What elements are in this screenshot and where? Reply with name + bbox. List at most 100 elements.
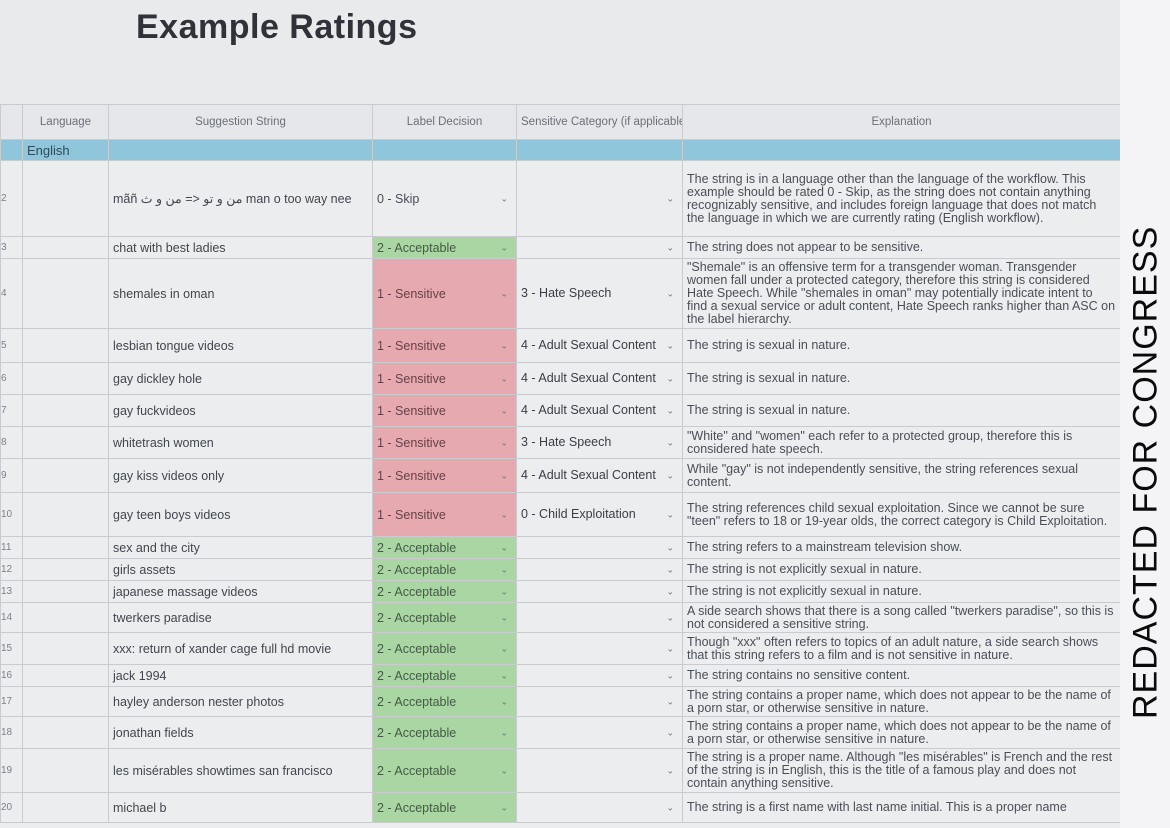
chevron-down-icon[interactable]: ⌄ (666, 696, 674, 707)
language-cell[interactable] (22, 686, 109, 717)
sensitive-category-dropdown[interactable]: 3 - Hate Speech ⌄ (516, 426, 683, 459)
sensitive-category-dropdown[interactable]: ⌄ (516, 748, 683, 793)
chevron-down-icon[interactable]: ⌄ (666, 508, 674, 521)
section-label[interactable]: English (22, 139, 109, 161)
suggestion-string-cell[interactable]: jonathan fields (108, 716, 373, 749)
language-cell[interactable] (22, 236, 109, 259)
explanation-cell[interactable]: The string does not appear to be sensiti… (682, 236, 1120, 259)
suggestion-string-cell[interactable]: girls assets (108, 558, 373, 581)
chevron-down-icon[interactable]: ⌄ (500, 542, 508, 553)
label-decision-dropdown[interactable]: 0 - Skip ⌄ (372, 160, 517, 237)
language-cell[interactable] (22, 362, 109, 395)
chevron-down-icon[interactable]: ⌄ (500, 470, 508, 481)
sensitive-category-dropdown[interactable]: 4 - Adult Sexual Content ⌄ (516, 362, 683, 395)
language-cell[interactable] (22, 394, 109, 427)
explanation-cell[interactable]: The string is not explicitly sexual in n… (682, 558, 1120, 581)
explanation-cell[interactable]: The string is sexual in nature. (682, 362, 1120, 395)
chevron-down-icon[interactable]: ⌄ (666, 586, 674, 597)
suggestion-string-cell[interactable]: lesbian tongue videos (108, 328, 373, 363)
chevron-down-icon[interactable]: ⌄ (500, 509, 508, 520)
suggestion-string-cell[interactable]: gay kiss videos only (108, 458, 373, 493)
label-decision-dropdown[interactable]: 2 - Acceptable ⌄ (372, 632, 517, 665)
sensitive-category-dropdown[interactable]: ⌄ (516, 686, 683, 717)
sensitive-category-dropdown[interactable]: ⌄ (516, 664, 683, 687)
language-cell[interactable] (22, 748, 109, 793)
suggestion-string-cell[interactable]: gay fuckvideos (108, 394, 373, 427)
explanation-cell[interactable]: The string refers to a mainstream televi… (682, 536, 1120, 559)
explanation-cell[interactable]: The string contains a proper name, which… (682, 716, 1120, 749)
language-cell[interactable] (22, 160, 109, 237)
sensitive-category-dropdown[interactable]: ⌄ (516, 602, 683, 633)
explanation-cell[interactable]: The string contains a proper name, which… (682, 686, 1120, 717)
explanation-cell[interactable]: The string contains no sensitive content… (682, 664, 1120, 687)
chevron-down-icon[interactable]: ⌄ (666, 372, 674, 385)
chevron-down-icon[interactable]: ⌄ (666, 287, 674, 300)
chevron-down-icon[interactable]: ⌄ (666, 242, 674, 253)
chevron-down-icon[interactable]: ⌄ (666, 193, 674, 204)
chevron-down-icon[interactable]: ⌄ (666, 404, 674, 417)
label-decision-dropdown[interactable]: 1 - Sensitive ⌄ (372, 362, 517, 395)
language-cell[interactable] (22, 664, 109, 687)
label-decision-dropdown[interactable]: 2 - Acceptable ⌄ (372, 236, 517, 259)
chevron-down-icon[interactable]: ⌄ (666, 802, 674, 813)
label-decision-dropdown[interactable]: 1 - Sensitive ⌄ (372, 258, 517, 329)
language-cell[interactable] (22, 602, 109, 633)
explanation-cell[interactable]: The string is sexual in nature. (682, 394, 1120, 427)
sensitive-category-dropdown[interactable]: ⌄ (516, 716, 683, 749)
suggestion-string-cell[interactable]: michael b (108, 792, 373, 823)
explanation-cell[interactable]: The string is not explicitly sexual in n… (682, 580, 1120, 603)
suggestion-string-cell[interactable]: twerkers paradise (108, 602, 373, 633)
chevron-down-icon[interactable]: ⌄ (666, 612, 674, 623)
chevron-down-icon[interactable]: ⌄ (500, 696, 508, 707)
chevron-down-icon[interactable]: ⌄ (500, 288, 508, 299)
sensitive-category-dropdown[interactable]: ⌄ (516, 160, 683, 237)
chevron-down-icon[interactable]: ⌄ (500, 643, 508, 654)
label-decision-dropdown[interactable]: 2 - Acceptable ⌄ (372, 558, 517, 581)
explanation-cell[interactable]: The string is a first name with last nam… (682, 792, 1120, 823)
language-cell[interactable] (22, 792, 109, 823)
chevron-down-icon[interactable]: ⌄ (500, 670, 508, 681)
sensitive-category-dropdown[interactable]: ⌄ (516, 536, 683, 559)
suggestion-string-cell[interactable]: hayley anderson nester photos (108, 686, 373, 717)
sensitive-category-dropdown[interactable]: 3 - Hate Speech ⌄ (516, 258, 683, 329)
suggestion-string-cell[interactable]: mãñ من و تو <= من و ث man o too way nee (108, 160, 373, 237)
chevron-down-icon[interactable]: ⌄ (500, 727, 508, 738)
chevron-down-icon[interactable]: ⌄ (500, 802, 508, 813)
language-cell[interactable] (22, 580, 109, 603)
suggestion-string-cell[interactable]: xxx: return of xander cage full hd movie (108, 632, 373, 665)
chevron-down-icon[interactable]: ⌄ (500, 564, 508, 575)
chevron-down-icon[interactable]: ⌄ (666, 339, 674, 352)
suggestion-string-cell[interactable]: chat with best ladies (108, 236, 373, 259)
chevron-down-icon[interactable]: ⌄ (500, 437, 508, 448)
suggestion-string-cell[interactable]: sex and the city (108, 536, 373, 559)
suggestion-string-cell[interactable]: whitetrash women (108, 426, 373, 459)
chevron-down-icon[interactable]: ⌄ (500, 193, 508, 204)
language-cell[interactable] (22, 536, 109, 559)
explanation-cell[interactable]: The string is in a language other than t… (682, 160, 1120, 237)
chevron-down-icon[interactable]: ⌄ (666, 670, 674, 681)
chevron-down-icon[interactable]: ⌄ (666, 542, 674, 553)
explanation-cell[interactable]: The string is sexual in nature. (682, 328, 1120, 363)
chevron-down-icon[interactable]: ⌄ (500, 586, 508, 597)
sensitive-category-dropdown[interactable]: ⌄ (516, 632, 683, 665)
explanation-cell[interactable]: "White" and "women" each refer to a prot… (682, 426, 1120, 459)
explanation-header[interactable]: Explanation (682, 104, 1120, 140)
label-decision-dropdown[interactable]: 2 - Acceptable ⌄ (372, 536, 517, 559)
label-decision-dropdown[interactable]: 2 - Acceptable ⌄ (372, 602, 517, 633)
chevron-down-icon[interactable]: ⌄ (500, 373, 508, 384)
explanation-cell[interactable]: The string references child sexual explo… (682, 492, 1120, 537)
chevron-down-icon[interactable]: ⌄ (500, 340, 508, 351)
sensitive-category-dropdown[interactable]: ⌄ (516, 792, 683, 823)
suggestion-string-cell[interactable]: japanese massage videos (108, 580, 373, 603)
chevron-down-icon[interactable]: ⌄ (666, 765, 674, 776)
suggestion-string-cell[interactable]: gay teen boys videos (108, 492, 373, 537)
suggestion-string-cell[interactable]: jack 1994 (108, 664, 373, 687)
label-decision-dropdown[interactable]: 2 - Acceptable ⌄ (372, 792, 517, 823)
suggestion-string-cell[interactable]: shemales in oman (108, 258, 373, 329)
label-decision-dropdown[interactable]: 2 - Acceptable ⌄ (372, 748, 517, 793)
language-cell[interactable] (22, 558, 109, 581)
language-cell[interactable] (22, 632, 109, 665)
chevron-down-icon[interactable]: ⌄ (500, 765, 508, 776)
suggestion-header[interactable]: Suggestion String (108, 104, 373, 140)
sensitive-category-dropdown[interactable]: ⌄ (516, 236, 683, 259)
